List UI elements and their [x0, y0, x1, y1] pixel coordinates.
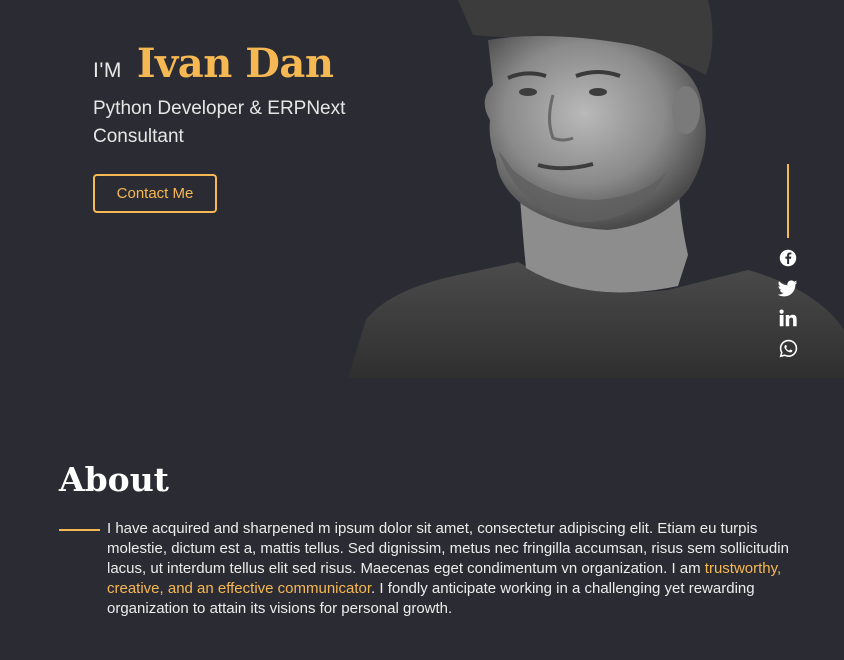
greeting-line: I'M Ivan Dan [93, 40, 423, 87]
greeting-prefix: I'M [93, 59, 122, 82]
about-paragraph: I have acquired and sharpened m ipsum do… [107, 519, 791, 619]
social-divider [787, 164, 789, 238]
about-heading: About [59, 460, 169, 499]
linkedin-icon[interactable] [776, 308, 800, 328]
twitter-icon[interactable] [776, 278, 800, 298]
about-text-start: I have acquired and sharpened m ipsum do… [107, 520, 789, 577]
whatsapp-icon[interactable] [776, 338, 800, 358]
facebook-icon[interactable] [776, 248, 800, 268]
intro-block: I'M Ivan Dan Python Developer & ERPNext … [93, 40, 423, 151]
contact-me-button[interactable]: Contact Me [93, 174, 217, 213]
hero-role: Python Developer & ERPNext Consultant [93, 98, 346, 147]
hero-name: Ivan Dan [136, 40, 334, 87]
about-accent-rule [59, 529, 100, 531]
social-links [776, 164, 800, 358]
hero-section: I'M Ivan Dan Python Developer & ERPNext … [0, 0, 844, 378]
